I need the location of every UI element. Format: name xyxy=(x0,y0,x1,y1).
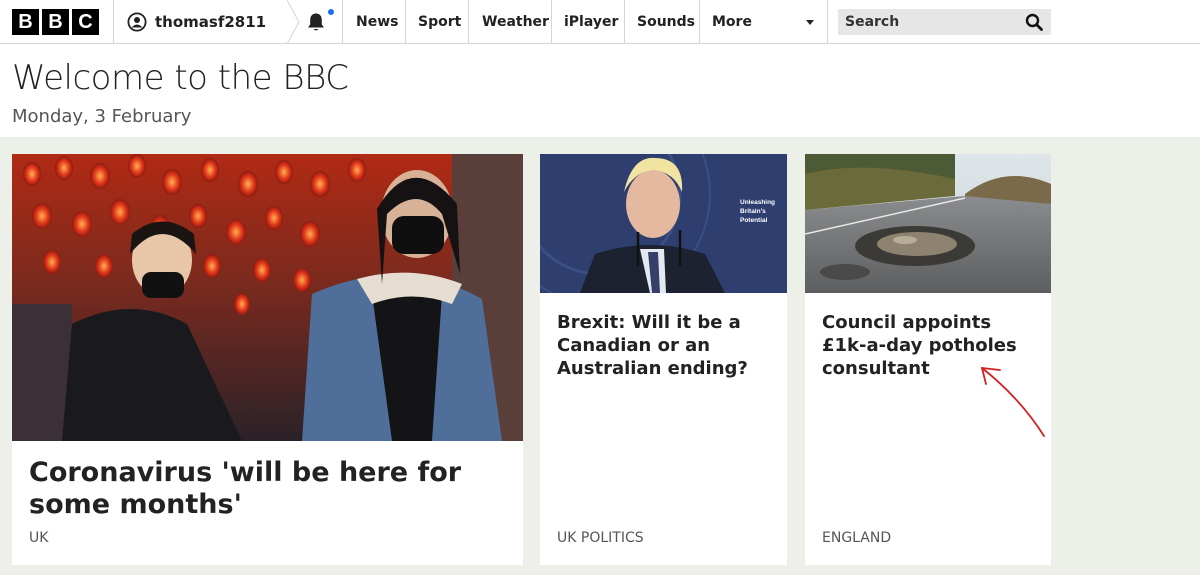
notification-badge xyxy=(328,9,334,15)
account-link[interactable]: thomasf2811 xyxy=(127,0,266,44)
divider xyxy=(405,0,406,44)
divider xyxy=(287,0,300,44)
story-image-politician[interactable]: Unleashing Britain's Potential xyxy=(540,154,787,293)
logo-letter: B xyxy=(42,9,69,35)
divider xyxy=(624,0,625,44)
story-image-masked-people[interactable] xyxy=(12,154,523,441)
nav-link-news[interactable]: News xyxy=(356,0,398,44)
page-date: Monday, 3 February xyxy=(12,106,192,127)
user-icon xyxy=(127,12,147,32)
nav-link-weather[interactable]: Weather xyxy=(482,0,549,44)
story-headline[interactable]: Coronavirus 'will be here for some month… xyxy=(29,457,509,521)
backdrop-text-line: Unleashing xyxy=(740,199,775,206)
nav-link-sounds[interactable]: Sounds xyxy=(637,0,695,44)
story-category[interactable]: England xyxy=(822,530,891,546)
search-box[interactable]: Search xyxy=(838,9,1051,35)
search-icon[interactable] xyxy=(1025,13,1043,31)
chevron-down-icon[interactable] xyxy=(806,20,814,25)
divider xyxy=(113,0,114,44)
backdrop-text-line: Potential xyxy=(740,217,768,224)
divider xyxy=(468,0,469,44)
top-navigation-bar: B B C thomasf2811 News Sport Weather iPl… xyxy=(0,0,1200,44)
logo-letter: B xyxy=(12,9,39,35)
logo-letter: C xyxy=(72,9,99,35)
story-card-brexit[interactable]: Unleashing Britain's Potential Brexit: W… xyxy=(540,154,787,565)
bell-icon[interactable] xyxy=(305,11,327,33)
page-title: Welcome to the BBC xyxy=(12,58,349,98)
divider xyxy=(699,0,700,44)
search-placeholder: Search xyxy=(845,14,900,30)
divider xyxy=(342,0,343,44)
nav-link-iplayer[interactable]: iPlayer xyxy=(564,0,618,44)
divider xyxy=(551,0,552,44)
story-category[interactable]: UK xyxy=(29,530,48,546)
account-name: thomasf2811 xyxy=(155,13,267,31)
red-arrow-annotation xyxy=(981,367,1045,437)
story-category[interactable]: UK Politics xyxy=(557,530,644,546)
story-image-pothole-road[interactable] xyxy=(805,154,1051,293)
backdrop-text-line: Britain's xyxy=(740,208,766,215)
bbc-logo[interactable]: B B C xyxy=(12,9,99,35)
story-card-coronavirus[interactable]: Coronavirus 'will be here for some month… xyxy=(12,154,523,565)
divider xyxy=(827,0,828,44)
nav-link-more[interactable]: More xyxy=(712,0,752,44)
story-headline[interactable]: Brexit: Will it be a Canadian or an Aust… xyxy=(557,311,777,380)
nav-link-sport[interactable]: Sport xyxy=(418,0,461,44)
